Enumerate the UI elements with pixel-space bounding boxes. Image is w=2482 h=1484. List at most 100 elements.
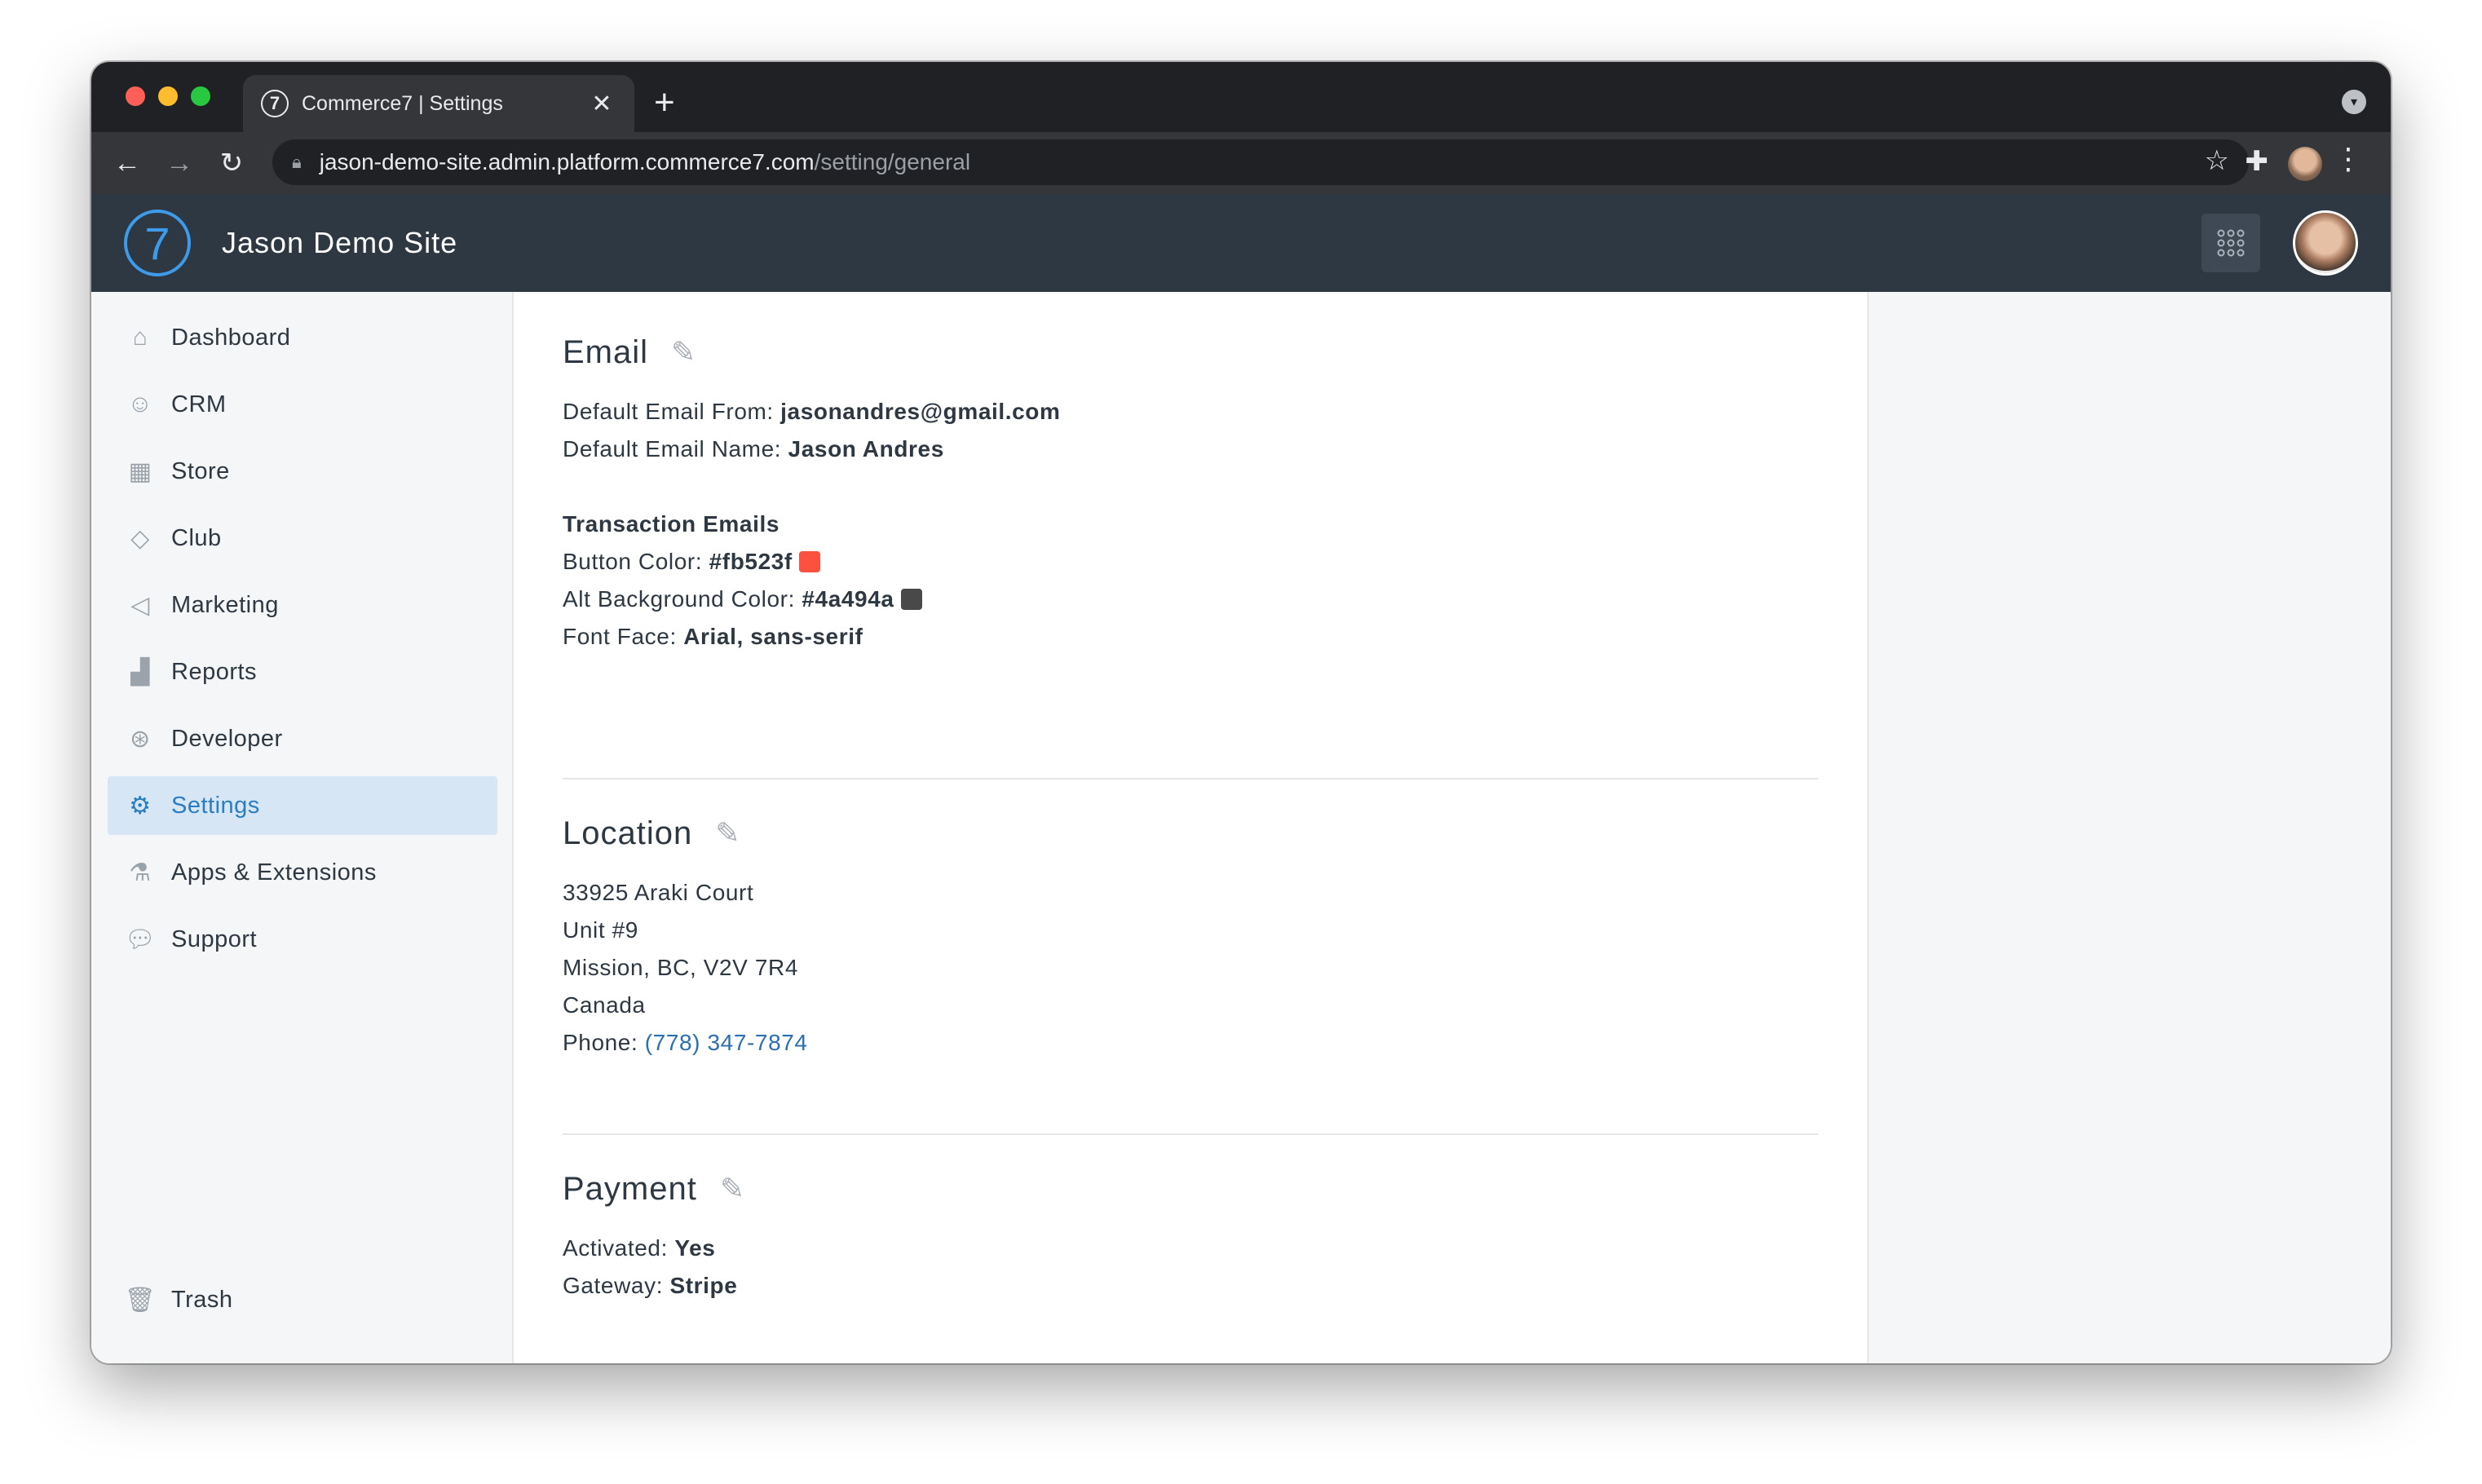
value: Yes (674, 1235, 716, 1261)
site-name: Jason Demo Site (222, 226, 458, 259)
sidebar-item-label: Trash (171, 1286, 233, 1313)
sidebar-item-marketing[interactable]: ◁ Marketing (108, 576, 497, 634)
email-section-title: Email (563, 333, 649, 370)
alt-background-swatch (900, 588, 922, 610)
button-color: Button Color: #fb523f (563, 543, 1818, 581)
tab-close-icon[interactable]: ✕ (587, 90, 616, 118)
edit-location-pencil-icon[interactable]: ✎ (715, 816, 740, 850)
sidebar-item-dashboard[interactable]: ⌂ Dashboard (108, 308, 497, 367)
tab-strip: 7 Commerce7 | Settings ✕ + ▾ (91, 62, 2391, 132)
value: #fb523f (709, 549, 793, 574)
url-path: /setting/general (814, 149, 971, 174)
label: Default Email From: (563, 399, 781, 424)
close-window-button[interactable] (126, 86, 145, 106)
browser-profile-avatar[interactable] (2288, 147, 2322, 181)
address-line-3: Mission, BC, V2V 7R4 (563, 955, 798, 980)
sidebar: ⌂ Dashboard ☺ CRM ▦ Store ◇ Club ◁ Marke… (91, 292, 514, 1363)
commerce7-logo[interactable]: 7 (124, 210, 191, 276)
sidebar-item-trash[interactable]: 🗑︎ Trash (108, 1270, 497, 1329)
commerce7-favicon-icon: 7 (261, 90, 289, 117)
phone-link[interactable]: (778) 347-7874 (645, 1030, 808, 1055)
lock-icon[interactable]: 🔒︎ (292, 152, 302, 173)
sidebar-item-club[interactable]: ◇ Club (108, 509, 497, 568)
section-divider (563, 1133, 1818, 1135)
payment-section: Payment ✎ Activated: Yes Gateway: Stripe (563, 1166, 1818, 1305)
label: Font Face: (563, 624, 684, 649)
alt-background-color: Alt Background Color: #4a494a (563, 581, 1818, 618)
sidebar-item-apps-extensions[interactable]: ⚗ Apps & Extensions (108, 843, 497, 902)
new-tab-button[interactable]: + (654, 80, 675, 126)
sidebar-item-label: Store (171, 457, 230, 484)
app-grid-icon[interactable] (2202, 214, 2260, 272)
sidebar-item-developer[interactable]: ⊛ Developer (108, 709, 497, 768)
sidebar-item-label: Developer (171, 725, 283, 752)
tab-search-icon[interactable]: ▾ (2342, 90, 2366, 114)
browser-window: 7 Commerce7 | Settings ✕ + ▾ ← → ↻ 🔒︎ ja… (91, 62, 2391, 1363)
right-panel (1869, 292, 2391, 1363)
payment-gateway: Gateway: Stripe (563, 1267, 1818, 1305)
store-icon: ▦ (128, 457, 152, 485)
value: Stripe (669, 1273, 738, 1298)
browser-tab[interactable]: 7 Commerce7 | Settings ✕ (243, 75, 634, 132)
sidebar-item-label: CRM (171, 391, 227, 417)
default-email-from: Default Email From: jasonandres@gmail.co… (563, 393, 1818, 431)
home-icon: ⌂ (132, 324, 148, 351)
sidebar-item-crm[interactable]: ☺ CRM (108, 375, 497, 434)
sidebar-item-label: Settings (171, 792, 260, 819)
payment-section-heading: Payment ✎ (563, 1166, 1818, 1212)
aperture-icon: ⊛ (130, 725, 151, 753)
edit-email-pencil-icon[interactable]: ✎ (671, 335, 696, 369)
label: Default Email Name: (563, 436, 788, 462)
sidebar-item-support[interactable]: 💬︎ Support (108, 910, 497, 969)
chat-icon: 💬︎ (124, 925, 157, 953)
value: Jason Andres (788, 436, 944, 462)
browser-menu-icon[interactable]: ⋮ (2334, 142, 2363, 176)
address-line-1: 33925 Araki Court (563, 880, 754, 905)
tab-title: Commerce7 | Settings (302, 91, 503, 115)
sidebar-item-store[interactable]: ▦ Store (108, 442, 497, 501)
sidebar-item-settings[interactable]: ⚙ Settings (108, 776, 497, 835)
window-controls (126, 86, 210, 106)
megaphone-icon: ◁ (130, 591, 150, 619)
sidebar-item-label: Reports (171, 658, 258, 685)
browser-toolbar: ← → ↻ 🔒︎ jason-demo-site.admin.platform.… (91, 132, 2391, 194)
minimize-window-button[interactable] (158, 86, 178, 106)
default-email-name: Default Email Name: Jason Andres (563, 431, 1818, 468)
sidebar-item-label: Marketing (171, 591, 279, 618)
url-host: jason-demo-site.admin.platform.commerce7… (319, 149, 815, 174)
sidebar-item-label: Dashboard (171, 324, 291, 351)
font-face: Font Face: Arial, sans-serif (563, 618, 1818, 656)
bookmark-star-icon[interactable]: ☆ (2205, 144, 2229, 177)
grid-dots-icon (2217, 229, 2245, 257)
transaction-emails-heading: Transaction Emails (563, 506, 1818, 543)
trash-icon: 🗑︎ (124, 1286, 157, 1314)
edit-payment-pencil-icon[interactable]: ✎ (720, 1172, 745, 1206)
email-section: Email ✎ Default Email From: jasonandres@… (563, 329, 1818, 656)
section-divider (563, 778, 1818, 780)
heading: Transaction Emails (563, 511, 780, 537)
smile-icon: ☺ (127, 391, 153, 417)
user-avatar[interactable] (2293, 210, 2358, 276)
address-country: Canada (563, 992, 646, 1018)
label: Activated: (563, 1235, 675, 1261)
label: Phone: (563, 1030, 645, 1055)
sidebar-item-reports[interactable]: ▟ Reports (108, 643, 497, 701)
maximize-window-button[interactable] (191, 86, 210, 106)
label: Alt Background Color: (563, 586, 802, 612)
forward-arrow-icon[interactable]: → (153, 148, 205, 179)
settings-content: Email ✎ Default Email From: jasonandres@… (514, 292, 1869, 1363)
value: jasonandres@gmail.com (780, 399, 1061, 424)
back-arrow-icon[interactable]: ← (101, 148, 153, 179)
label: Gateway: (563, 1273, 670, 1298)
payment-activated: Activated: Yes (563, 1230, 1818, 1267)
location-section: Location ✎ 33925 Araki Court Unit #9 Mis… (563, 810, 1818, 1062)
payment-section-title: Payment (563, 1170, 697, 1207)
sidebar-item-label: Apps & Extensions (171, 859, 377, 886)
sidebar-item-label: Support (171, 925, 258, 952)
extensions-puzzle-icon[interactable]: ✚ (2246, 145, 2269, 178)
phone: Phone: (778) 347-7874 (563, 1024, 1818, 1062)
reload-icon[interactable]: ↻ (205, 147, 258, 179)
address-bar[interactable]: 🔒︎ jason-demo-site.admin.platform.commer… (272, 139, 2249, 185)
label: Button Color: (563, 549, 709, 574)
location-section-title: Location (563, 815, 693, 851)
